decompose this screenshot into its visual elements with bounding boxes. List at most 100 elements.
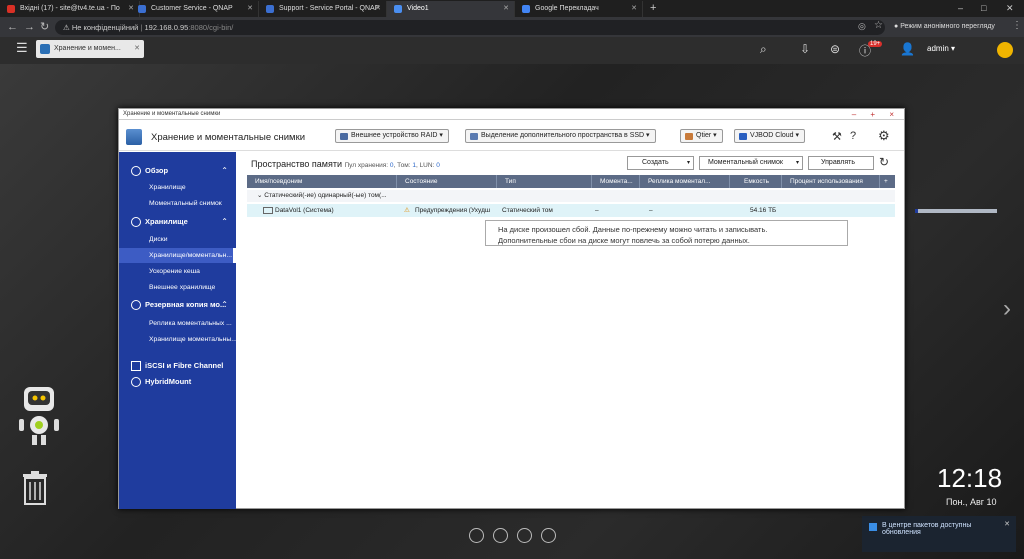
dock-storage-icon[interactable] (517, 528, 532, 543)
help-icon[interactable]: ? (850, 130, 856, 142)
section-label: Обзор (145, 166, 169, 175)
sidebar-item-snapshot-replica[interactable]: Реплика моментальных ... (119, 316, 236, 331)
hamburger-icon[interactable]: ☰ (16, 40, 28, 56)
volume-replica: – (649, 207, 653, 214)
url-input[interactable]: ⚠ Не конфіденційний | 192.168.0.95:8080/… (55, 20, 885, 35)
qts-app-tab[interactable]: Хранение и момен... ✕ (36, 40, 144, 58)
forward-icon[interactable]: → (24, 17, 35, 37)
page-title: Пространство памяти Пул хранения: 0 , Том… (251, 159, 440, 169)
minimize-button[interactable]: – (958, 0, 963, 16)
notification-text: В центре пакетов доступны обновления (882, 522, 972, 536)
table-row[interactable]: DataVol1 (Система) ⚠ Предупреждения (Уху… (247, 204, 997, 217)
ssd-icon (470, 133, 478, 140)
maximize-button[interactable]: □ (981, 0, 986, 16)
sidebar-item-snapshot-overview[interactable]: Моментальный снимок (119, 196, 236, 211)
snapshot-dropdown[interactable]: Моментальный снимок ▾ (699, 156, 803, 170)
close-window-button[interactable]: ✕ (1006, 0, 1014, 16)
menu-icon[interactable]: ⋮ (1012, 20, 1022, 31)
close-tab-icon[interactable]: ✕ (503, 1, 509, 17)
dock-monitor-icon[interactable] (541, 528, 556, 543)
browser-tab-customer-service[interactable]: Customer Service - QNAP ✕ (131, 1, 259, 17)
external-raid-button[interactable]: Внешнее устройство RAID ▾ (335, 129, 449, 143)
window-titlebar[interactable]: Хранение и моментальные снимки (119, 109, 904, 120)
storage-window: Хранение и моментальные снимки – + × Хра… (118, 108, 997, 509)
refresh-icon[interactable]: ↻ (879, 155, 889, 169)
vjbod-cloud-button[interactable]: VJBOD Cloud ▾ (734, 129, 806, 143)
close-tab-icon[interactable]: ✕ (247, 1, 253, 17)
collapse-icon[interactable]: ⌃ (221, 215, 228, 229)
browser-tab-translate[interactable]: Google Перекладач ✕ (515, 1, 643, 17)
overview-icon (131, 166, 141, 176)
sidebar-item-snapshot-vault[interactable]: Хранилище моментальны... (119, 332, 236, 347)
robot-icon[interactable] (18, 385, 72, 447)
col-status[interactable]: Состояние (397, 175, 497, 188)
collapse-icon[interactable]: ⌃ (221, 298, 228, 312)
gmail-icon (7, 5, 15, 13)
sidebar-item-storage-overview[interactable]: Хранилище (119, 180, 236, 195)
tooltip-line: Дополнительные сбои на диске могут повле… (498, 236, 750, 245)
collapse-icon[interactable]: ⌃ (221, 164, 228, 178)
next-page-arrow[interactable]: › (1003, 295, 1011, 323)
sidebar-section-storage[interactable]: Хранилище ⌃ (119, 215, 236, 229)
section-label: Резервная копия мо... (145, 300, 227, 309)
search-icon[interactable]: ⌕ (760, 42, 767, 57)
url-host: 192.168.0.95 (144, 23, 189, 32)
chevron-down-icon: ▾ (686, 160, 690, 166)
reload-icon[interactable]: ↻ (40, 17, 49, 37)
volume-capacity: 54.16 ТБ (750, 207, 777, 214)
lun-count[interactable]: 0 (436, 162, 440, 169)
trash-icon[interactable] (20, 470, 50, 506)
app-tab-label: Хранение и момен... (54, 45, 121, 52)
volume-status[interactable]: Предупреждения (Ухудш (415, 204, 497, 217)
dashboard-icon[interactable] (997, 42, 1013, 58)
sidebar-section-hybridmount[interactable]: HybridMount (119, 375, 236, 389)
close-icon[interactable]: ✕ (1004, 520, 1010, 528)
col-capacity[interactable]: Емкость (730, 175, 782, 188)
col-snapshots[interactable]: Момента... (592, 175, 640, 188)
diagnostics-icon[interactable]: ⚒ (832, 130, 842, 143)
window-controls[interactable]: – + × (852, 109, 900, 120)
sidebar-item-cache-acceleration[interactable]: Ускорение кеша (119, 264, 236, 279)
background-tasks-icon[interactable]: ⇩ (800, 42, 810, 56)
eye-off-icon[interactable]: ◎ (858, 21, 866, 32)
sidebar-section-iscsi[interactable]: iSCSI и Fibre Channel (119, 359, 236, 373)
qtier-button[interactable]: Qtier ▾ (680, 129, 723, 143)
manage-button[interactable]: Управлять (808, 156, 874, 170)
qnap-icon (266, 5, 274, 13)
sidebar-item-external-storage[interactable]: Внешнее хранилище (119, 280, 236, 295)
close-tab-icon[interactable]: ✕ (631, 1, 637, 17)
close-tab-icon[interactable]: ✕ (375, 1, 381, 17)
dock-app-icon[interactable] (469, 528, 484, 543)
sidebar-item-storage-snapshots[interactable]: Хранилище/моментальн... (119, 248, 236, 263)
dock-settings-icon[interactable] (493, 528, 508, 543)
update-notification[interactable]: В центре пакетов доступны обновления ✕ (862, 516, 1016, 552)
warning-icon: ⚠ (63, 23, 72, 32)
browser-tab-video1[interactable]: Video1 ✕ (387, 1, 515, 17)
new-tab-button[interactable]: + (650, 1, 656, 16)
browser-tab-support[interactable]: Support - Service Portal - QNAP ✕ (259, 1, 387, 17)
star-icon[interactable]: ☆ (874, 20, 883, 31)
sidebar: Обзор ⌃ Хранилище Моментальный снимок Хра… (119, 152, 236, 509)
col-type[interactable]: Тип (497, 175, 592, 188)
sidebar-section-backup[interactable]: Резервная копия мо... ⌃ (119, 298, 236, 312)
button-label: Qtier (696, 132, 712, 139)
volume-group-row[interactable]: ⌄ Статический(-ие) одинарный(-ые) том(..… (247, 190, 895, 202)
ssd-overprovision-button[interactable]: Выделение дополнительного пространства в… (465, 129, 656, 143)
user-menu[interactable]: admin ▾ (927, 44, 955, 53)
add-column-button[interactable]: + (880, 175, 895, 188)
sidebar-item-disks[interactable]: Диски (119, 232, 236, 247)
col-name[interactable]: Имя/псевдоним (247, 175, 397, 188)
user-icon[interactable]: 👤 (900, 42, 915, 56)
browser-tab-gmail[interactable]: Вхідні (17) - site@tv4.te.ua - По ✕ (0, 1, 140, 17)
create-dropdown[interactable]: Создать ▾ (627, 156, 694, 170)
sidebar-section-overview[interactable]: Обзор ⌃ (119, 164, 236, 178)
incognito-indicator[interactable]: ● Режим анонімного перегляду (894, 19, 995, 35)
table-header: Имя/псевдоним Состояние Тип Момента... Р… (247, 175, 895, 188)
back-icon[interactable]: ← (7, 17, 18, 37)
info-icon (869, 523, 877, 531)
gear-icon[interactable]: ⚙ (878, 128, 890, 144)
close-tab-icon[interactable]: ✕ (134, 40, 140, 58)
col-usage[interactable]: Процент использования (782, 175, 880, 188)
external-devices-icon[interactable]: ⊜ (830, 42, 840, 56)
col-replica[interactable]: Реплика моментал... (640, 175, 730, 188)
